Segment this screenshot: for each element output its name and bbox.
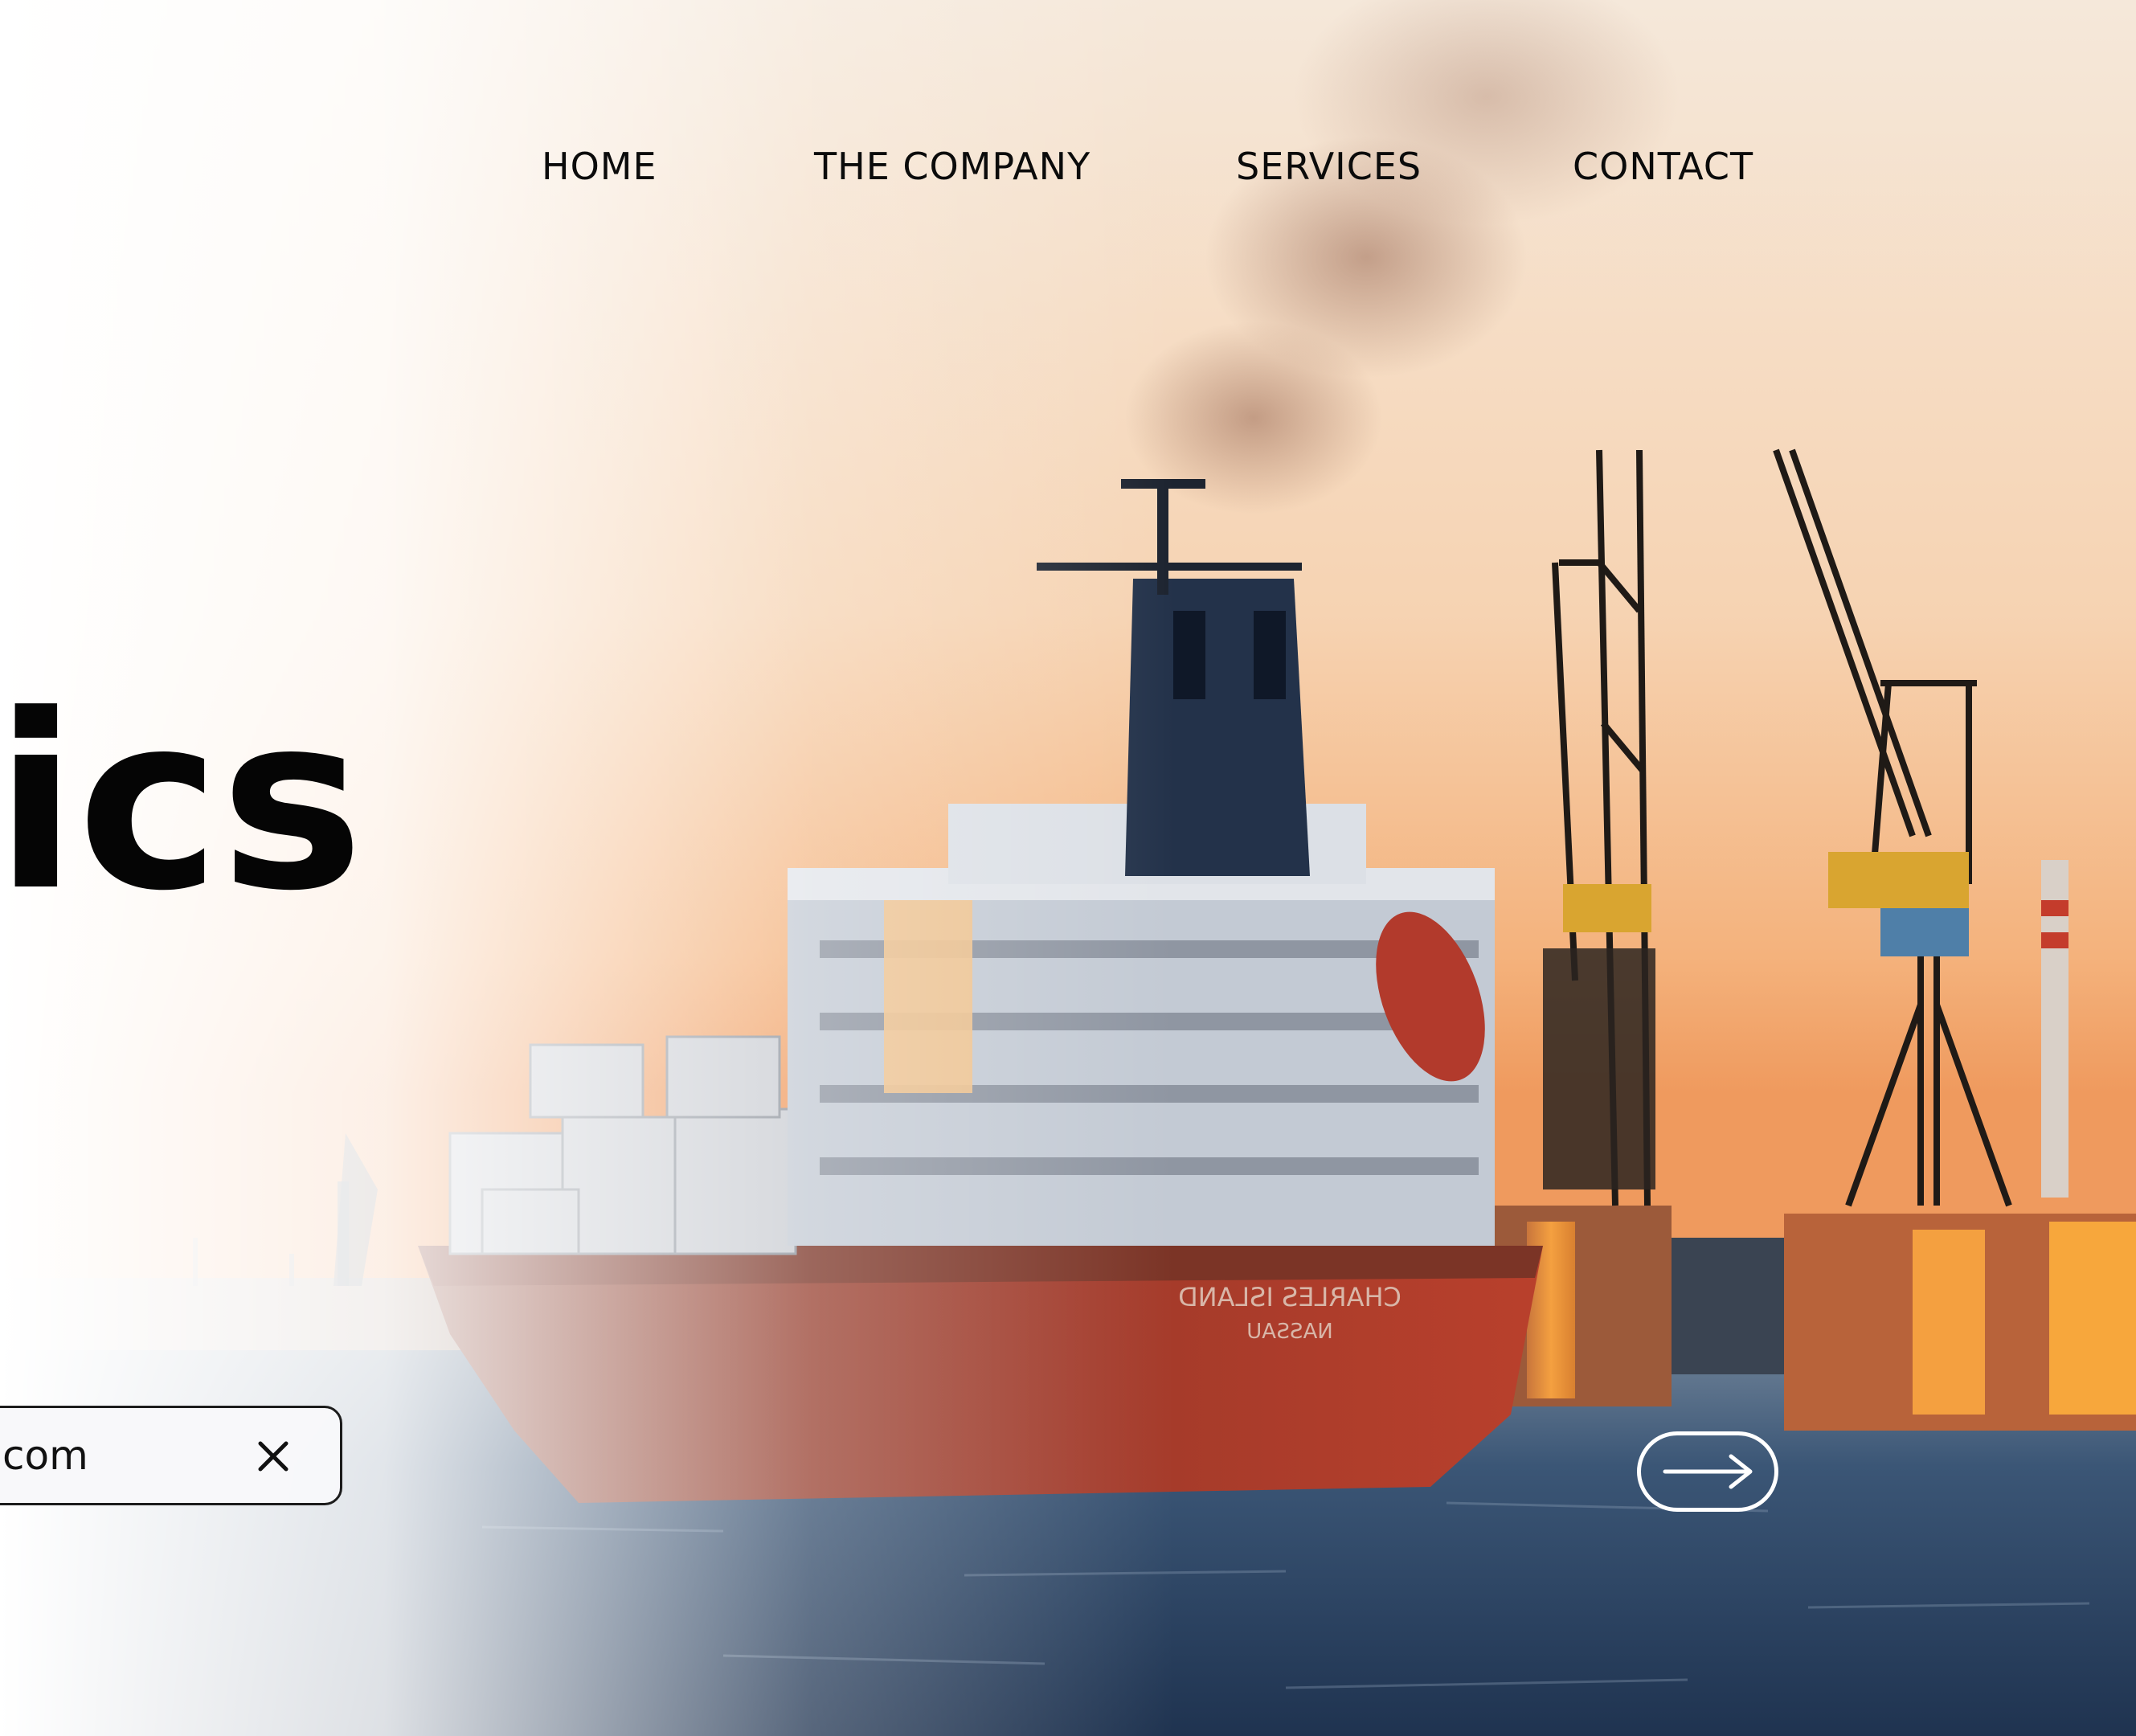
next-arrow-button[interactable] bbox=[1637, 1431, 1778, 1512]
nav-home-link[interactable]: HOME bbox=[542, 145, 657, 188]
landing-page: CHARLES ISLAND NASSAU HOME THE COMPANY S… bbox=[0, 0, 2136, 1736]
main-nav: HOME THE COMPANY SERVICES CONTACT bbox=[0, 145, 2136, 209]
nav-company-link[interactable]: THE COMPANY bbox=[814, 145, 1091, 188]
arrow-right-icon bbox=[1662, 1453, 1755, 1490]
nav-services-link[interactable]: SERVICES bbox=[1236, 145, 1422, 188]
email-field-value[interactable]: com bbox=[2, 1432, 88, 1479]
close-icon[interactable] bbox=[256, 1439, 291, 1474]
email-field[interactable]: com bbox=[0, 1406, 342, 1505]
nav-contact-link[interactable]: CONTACT bbox=[1573, 145, 1753, 188]
hero-headline: tics bbox=[0, 663, 364, 944]
